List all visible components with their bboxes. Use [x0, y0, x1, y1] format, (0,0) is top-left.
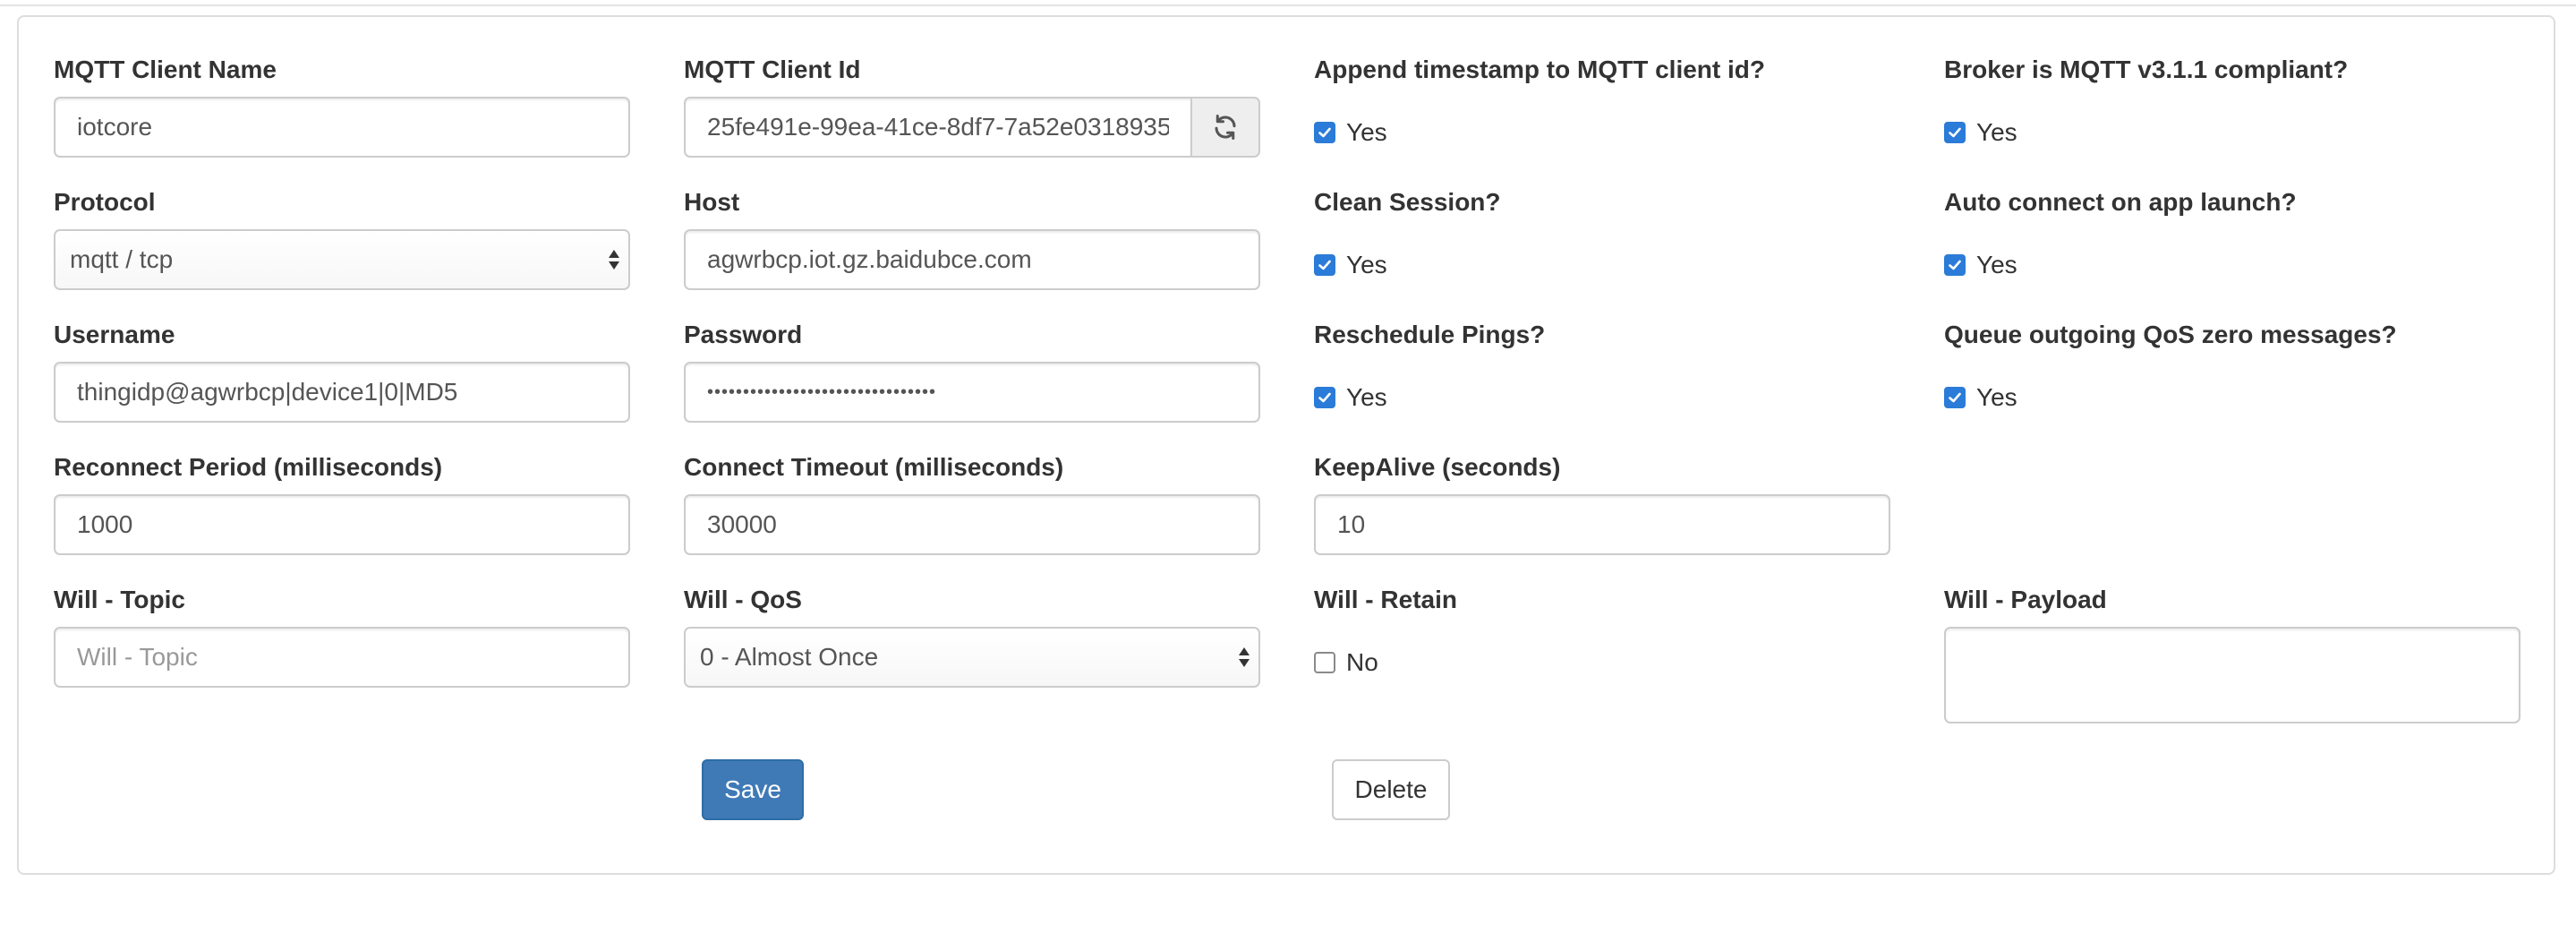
append-timestamp-checkbox[interactable] [1314, 122, 1335, 143]
connect-timeout-label: Connect Timeout (milliseconds) [684, 453, 1064, 481]
queue-qos-zero-label: Queue outgoing QoS zero messages? [1944, 321, 2397, 348]
refresh-icon [1215, 115, 1236, 140]
save-button[interactable]: Save [702, 759, 804, 820]
password-input[interactable] [684, 362, 1260, 423]
will-retain-text: No [1346, 648, 1378, 676]
username-input[interactable] [54, 362, 630, 423]
will-retain-checkbox[interactable] [1314, 652, 1335, 673]
queue-qos-zero-text: Yes [1976, 383, 2017, 411]
top-divider [0, 0, 2576, 6]
clean-session-label: Clean Session? [1314, 188, 1501, 216]
regenerate-client-id-button[interactable] [1190, 97, 1260, 158]
will-payload-textarea[interactable] [1944, 627, 2521, 723]
select-arrows-icon [609, 250, 619, 270]
host-input[interactable] [684, 229, 1260, 290]
client-name-input[interactable] [54, 97, 630, 158]
check-icon [1949, 127, 1961, 138]
will-retain-label: Will - Retain [1314, 586, 1457, 613]
auto-connect-checkbox[interactable] [1944, 254, 1966, 276]
reschedule-pings-label: Reschedule Pings? [1314, 321, 1546, 348]
broker-compliant-label: Broker is MQTT v3.1.1 compliant? [1944, 56, 2349, 83]
reconnect-period-input[interactable] [54, 494, 630, 555]
clean-session-text: Yes [1346, 251, 1387, 278]
keepalive-label: KeepAlive (seconds) [1314, 453, 1561, 481]
client-name-label: MQTT Client Name [54, 56, 277, 83]
host-label: Host [684, 188, 740, 216]
will-qos-select[interactable]: 0 - Almost Once [684, 627, 1260, 688]
check-icon [1949, 260, 1961, 270]
check-icon [1949, 392, 1961, 403]
password-label: Password [684, 321, 803, 348]
append-timestamp-text: Yes [1346, 118, 1387, 146]
will-topic-label: Will - Topic [54, 586, 185, 613]
will-payload-label: Will - Payload [1944, 586, 2107, 613]
select-arrows-icon [1239, 647, 1250, 667]
auto-connect-label: Auto connect on app launch? [1944, 188, 2297, 216]
check-icon [1318, 127, 1331, 138]
reschedule-pings-text: Yes [1346, 383, 1387, 411]
reconnect-period-label: Reconnect Period (milliseconds) [54, 453, 443, 481]
protocol-selected-value: mqtt / tcp [70, 245, 174, 273]
auto-connect-text: Yes [1976, 251, 2017, 278]
protocol-select[interactable]: mqtt / tcp [54, 229, 630, 290]
append-timestamp-label: Append timestamp to MQTT client id? [1314, 56, 1765, 83]
broker-compliant-checkbox[interactable] [1944, 122, 1966, 143]
check-icon [1318, 392, 1331, 403]
broker-compliant-text: Yes [1976, 118, 2017, 146]
delete-button[interactable]: Delete [1332, 759, 1450, 820]
queue-qos-zero-checkbox[interactable] [1944, 387, 1966, 408]
will-qos-label: Will - QoS [684, 586, 802, 613]
will-topic-input[interactable] [54, 627, 630, 688]
will-qos-selected-value: 0 - Almost Once [700, 643, 879, 671]
connect-timeout-input[interactable] [684, 494, 1260, 555]
clean-session-checkbox[interactable] [1314, 254, 1335, 276]
client-id-input[interactable] [684, 97, 1192, 158]
protocol-label: Protocol [54, 188, 156, 216]
reschedule-pings-checkbox[interactable] [1314, 387, 1335, 408]
check-icon [1318, 260, 1331, 270]
username-label: Username [54, 321, 175, 348]
keepalive-input[interactable] [1314, 494, 1890, 555]
client-id-label: MQTT Client Id [684, 56, 861, 83]
